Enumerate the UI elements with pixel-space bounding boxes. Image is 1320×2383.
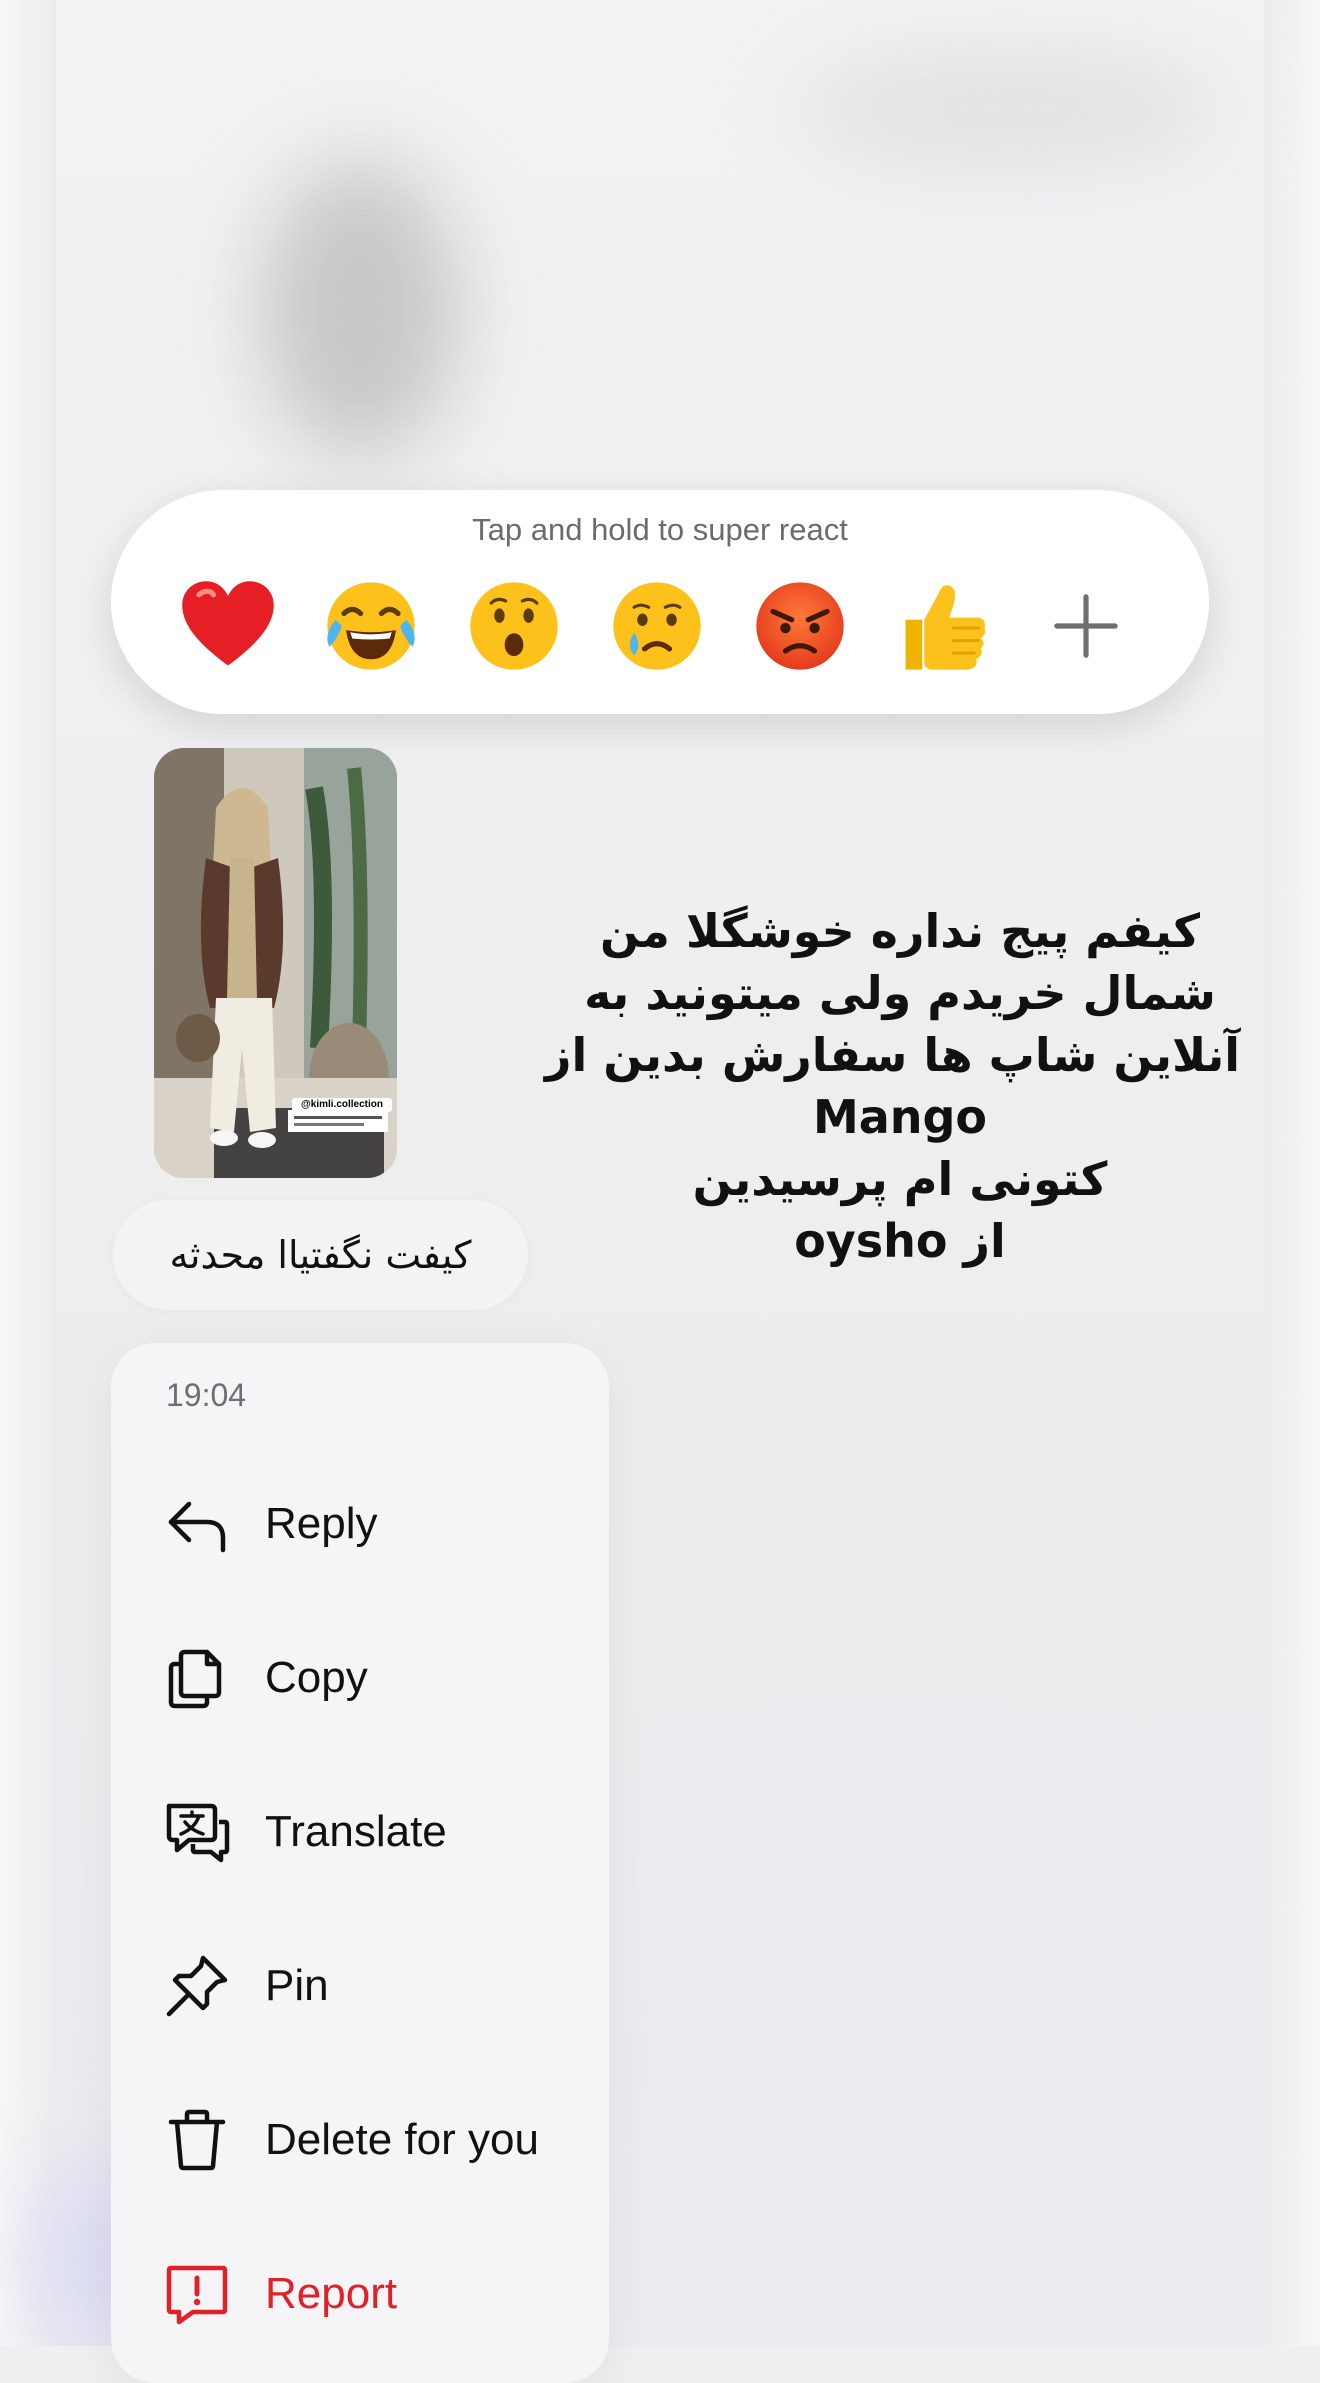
text-line: کیفم پیج نداره خوشگلا من <box>600 904 1200 958</box>
pin-menu-item[interactable]: Pin <box>111 1909 609 2063</box>
menu-label: Pin <box>265 1961 329 2010</box>
message-context-menu: 19:04 Reply Copy Translate Pin Delete fo… <box>111 1343 609 2383</box>
reaction-hint: Tap and hold to super react <box>472 512 848 547</box>
red-heart-icon[interactable] <box>176 574 280 678</box>
face-with-tears-of-joy-icon[interactable] <box>319 574 423 678</box>
reply-menu-item[interactable]: Reply <box>111 1447 609 1601</box>
translate-icon <box>163 1798 231 1866</box>
text-line: شمال خریدم ولی میتونید به <box>584 966 1216 1020</box>
pin-icon <box>163 1952 231 2020</box>
shared-post-thumbnail[interactable]: @kimli.collection <box>154 748 397 1178</box>
crying-face-icon[interactable] <box>605 574 709 678</box>
translate-menu-item[interactable]: Translate <box>111 1755 609 1909</box>
reply-arrow-icon <box>163 1490 231 1558</box>
text-line: آنلاین شاپ ها سفارش بدین از <box>545 1028 1240 1082</box>
message-bubble[interactable]: کیفت نگفتیاا محدثه <box>113 1200 528 1310</box>
delete-menu-item[interactable]: Delete for you <box>111 2063 609 2217</box>
copy-menu-item[interactable]: Copy <box>111 1601 609 1755</box>
post-handle: @kimli.collection <box>292 1098 392 1112</box>
angry-face-icon[interactable] <box>748 574 852 678</box>
message-timestamp: 19:04 <box>166 1377 247 1413</box>
blurred-shape <box>800 50 1220 170</box>
shared-post-image <box>154 748 397 1178</box>
reaction-bar: Tap and hold to super react <box>111 490 1209 714</box>
text-line: کتونی ام پرسیدین <box>692 1152 1108 1206</box>
menu-label: Reply <box>265 1499 378 1548</box>
background-edge-left <box>0 0 56 2346</box>
trash-icon <box>163 2106 231 2174</box>
report-icon <box>163 2260 231 2328</box>
report-menu-item[interactable]: Report <box>111 2217 609 2371</box>
menu-label: Translate <box>265 1807 447 1856</box>
story-reply-text: کیفم پیج نداره خوشگلا من شمال خریدم ولی … <box>545 900 1240 1272</box>
menu-label: Delete for you <box>265 2115 539 2164</box>
text-line: از oysho <box>794 1214 1006 1268</box>
hushed-face-icon[interactable] <box>462 574 566 678</box>
menu-label: Copy <box>265 1653 368 1702</box>
background-edge-right <box>1264 0 1320 2346</box>
thumbs-up-icon[interactable] <box>891 574 995 678</box>
blurred-shape <box>260 160 460 460</box>
plus-icon[interactable] <box>1034 574 1138 678</box>
text-line: Mango <box>812 1090 988 1144</box>
copy-icon <box>163 1644 231 1712</box>
menu-label: Report <box>265 2269 398 2318</box>
